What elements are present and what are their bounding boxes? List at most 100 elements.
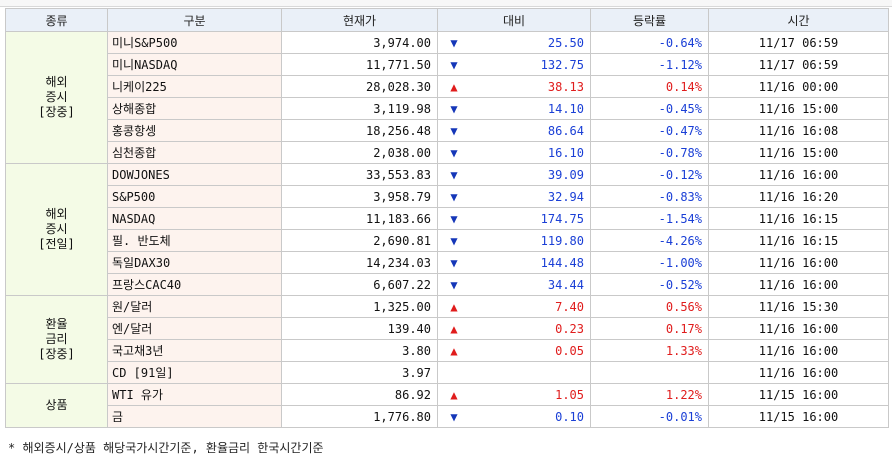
up-arrow-icon: ▲ (450, 79, 458, 94)
item-name[interactable]: 금 (107, 405, 282, 428)
current-price: 139.40 (281, 317, 438, 340)
table-row[interactable]: 해외 증시 [전일] DOWJONES 33,553.83 ▼ 39.09 -0.12% 1… (5, 163, 889, 296)
current-price: 3.97 (281, 361, 438, 384)
item-name[interactable]: WTI 유가 (107, 383, 282, 406)
item-name[interactable]: 프랑스CAC40 (107, 273, 282, 296)
category-label: 해외 증시 [전일] (5, 163, 108, 296)
current-price: 1,776.80 (281, 405, 438, 428)
category-label: 상품 (5, 383, 108, 428)
table-row[interactable]: 니케이225 28,028.30 ▲ 38.13 0.14% 11/16 00:00 (6, 75, 889, 98)
change-rate: -0.47% (590, 119, 709, 142)
table-row[interactable]: S&P500 3,958.79 ▼ 32.94 -0.83% 11/16 16:20 (6, 185, 889, 208)
down-arrow-icon: ▼ (450, 233, 458, 248)
change-rate: 0.56% (590, 295, 709, 318)
change-cell: ▲ 38.13 (437, 75, 591, 98)
change-value: 0.10 (555, 409, 584, 424)
change-value: 16.10 (547, 145, 584, 160)
change-rate: 0.17% (590, 317, 709, 340)
change-value: 34.44 (547, 277, 584, 292)
timestamp: 11/16 00:00 (708, 75, 889, 98)
table-row[interactable]: 엔/달러 139.40 ▲ 0.23 0.17% 11/16 16:00 (6, 317, 889, 340)
change-cell: ▲ 1.05 (437, 383, 591, 406)
change-rate (590, 361, 709, 384)
table-row[interactable]: 미니NASDAQ 11,771.50 ▼ 132.75 -1.12% 11/17 06:5… (6, 53, 889, 76)
table-row[interactable]: 홍콩항셍 18,256.48 ▼ 86.64 -0.47% 11/16 16:08 (6, 119, 889, 142)
change-rate: -0.52% (590, 273, 709, 296)
timestamp: 11/16 15:30 (708, 295, 889, 318)
table-row[interactable]: 프랑스CAC40 6,607.22 ▼ 34.44 -0.52% 11/16 16:00 (6, 273, 889, 296)
up-arrow-icon: ▲ (450, 299, 458, 314)
item-name[interactable]: 미니NASDAQ (107, 53, 282, 76)
change-cell: ▲ 0.05 (437, 339, 591, 362)
table-row[interactable]: NASDAQ 11,183.66 ▼ 174.75 -1.54% 11/16 16:15 (6, 207, 889, 230)
item-name[interactable]: 미니S&P500 (107, 31, 282, 54)
timestamp: 11/15 16:00 (708, 383, 889, 406)
item-name[interactable]: DOWJONES (107, 163, 282, 186)
header-rate: 등락률 (590, 8, 709, 32)
current-price: 18,256.48 (281, 119, 438, 142)
top-border (0, 0, 892, 7)
change-cell: ▼ 144.48 (437, 251, 591, 274)
change-rate: -1.00% (590, 251, 709, 274)
header-time: 시간 (708, 8, 889, 32)
change-value: 144.48 (540, 255, 584, 270)
current-price: 2,038.00 (281, 141, 438, 164)
change-value: 32.94 (547, 189, 584, 204)
item-name[interactable]: 홍콩항셍 (107, 119, 282, 142)
timestamp: 11/16 16:15 (708, 229, 889, 252)
change-value: 0.05 (555, 343, 584, 358)
up-arrow-icon: ▲ (450, 387, 458, 402)
item-name[interactable]: 엔/달러 (107, 317, 282, 340)
change-value: 39.09 (547, 167, 584, 182)
item-name[interactable]: 니케이225 (107, 75, 282, 98)
change-rate: 1.33% (590, 339, 709, 362)
market-table: 종류 구분 현재가 대비 등락률 시간 해외 증시 [장중] 미니S&P500 3,… (5, 8, 889, 428)
down-arrow-icon: ▼ (450, 123, 458, 138)
timestamp: 11/17 06:59 (708, 53, 889, 76)
table-row[interactable]: CD [91일] 3.97 11/16 16:00 (6, 361, 889, 384)
change-cell: ▼ 86.64 (437, 119, 591, 142)
item-name[interactable]: 원/달러 (107, 295, 282, 318)
down-arrow-icon: ▼ (450, 35, 458, 50)
table-row[interactable]: 국고채3년 3.80 ▲ 0.05 1.33% 11/16 16:00 (6, 339, 889, 362)
change-rate: -4.26% (590, 229, 709, 252)
table-row[interactable]: 환율 금리 [장중] 원/달러 1,325.00 ▲ 7.40 0.56% 11/16 15… (5, 295, 889, 384)
current-price: 6,607.22 (281, 273, 438, 296)
table-row[interactable]: 심천종합 2,038.00 ▼ 16.10 -0.78% 11/16 15:00 (6, 141, 889, 164)
table-row[interactable]: 필. 반도체 2,690.81 ▼ 119.80 -4.26% 11/16 16:15 (6, 229, 889, 252)
table-row[interactable]: 상품 WTI 유가 86.92 ▲ 1.05 1.22% 11/15 16:00 (5, 383, 889, 428)
timestamp: 11/16 16:00 (708, 317, 889, 340)
change-value: 132.75 (540, 57, 584, 72)
item-name[interactable]: 국고채3년 (107, 339, 282, 362)
timestamp: 11/16 16:00 (708, 273, 889, 296)
change-cell: ▼ 32.94 (437, 185, 591, 208)
down-arrow-icon: ▼ (450, 167, 458, 182)
down-arrow-icon: ▼ (450, 211, 458, 226)
item-name[interactable]: 상해종합 (107, 97, 282, 120)
change-value: 7.40 (555, 299, 584, 314)
item-name[interactable]: CD [91일] (107, 361, 282, 384)
current-price: 3,958.79 (281, 185, 438, 208)
item-name[interactable]: 독일DAX30 (107, 251, 282, 274)
current-price: 3,119.98 (281, 97, 438, 120)
item-name[interactable]: NASDAQ (107, 207, 282, 230)
change-value: 119.80 (540, 233, 584, 248)
change-cell: ▼ 119.80 (437, 229, 591, 252)
down-arrow-icon: ▼ (450, 57, 458, 72)
item-name[interactable]: 심천종합 (107, 141, 282, 164)
header-change: 대비 (437, 8, 591, 32)
change-cell: ▼ 39.09 (437, 163, 591, 186)
change-cell: ▼ 34.44 (437, 273, 591, 296)
table-row[interactable]: 금 1,776.80 ▼ 0.10 -0.01% 11/15 16:00 (6, 405, 889, 428)
table-row[interactable]: 해외 증시 [장중] 미니S&P500 3,974.00 ▼ 25.50 -0.64% 11… (5, 31, 889, 164)
timestamp: 11/16 16:08 (708, 119, 889, 142)
item-name[interactable]: S&P500 (107, 185, 282, 208)
timestamp: 11/16 16:00 (708, 361, 889, 384)
item-name[interactable]: 필. 반도체 (107, 229, 282, 252)
current-price: 3.80 (281, 339, 438, 362)
table-row[interactable]: 상해종합 3,119.98 ▼ 14.10 -0.45% 11/16 15:00 (6, 97, 889, 120)
table-row[interactable]: 독일DAX30 14,234.03 ▼ 144.48 -1.00% 11/16 16:00 (6, 251, 889, 274)
timestamp: 11/16 16:20 (708, 185, 889, 208)
timestamp: 11/16 15:00 (708, 141, 889, 164)
current-price: 11,183.66 (281, 207, 438, 230)
